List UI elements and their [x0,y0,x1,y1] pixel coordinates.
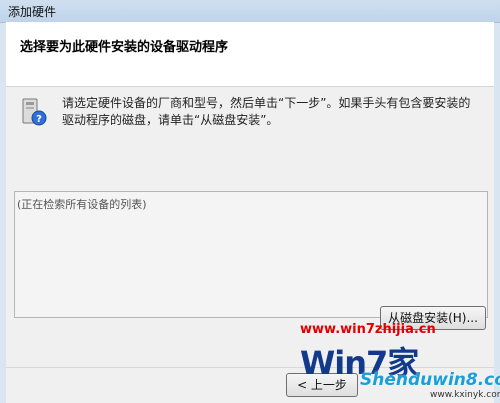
wizard-header: 选择要为此硬件安装的设备驱动程序 [6,22,494,87]
watermark-url: www.win7zhijia.cn [300,322,436,337]
svg-text:?: ? [36,114,42,125]
watermark-site: Shenduwin8.com [360,370,500,390]
window-title: 添加硬件 [8,5,57,19]
watermark-subsite: www.kxinyk.com [430,390,500,400]
list-loading-text: (正在检索所有设备的列表) [17,198,147,211]
device-list[interactable]: (正在检索所有设备的列表) [14,191,488,318]
instruction-text: 请选定硬件设备的厂商和型号，然后单击“下一步”。如果手头有包含要安装的驱动程序的… [62,96,471,127]
page-heading: 选择要为此硬件安装的设备驱动程序 [20,40,229,55]
hardware-help-icon: ? [22,98,47,126]
title-bar: 添加硬件 [0,0,500,23]
